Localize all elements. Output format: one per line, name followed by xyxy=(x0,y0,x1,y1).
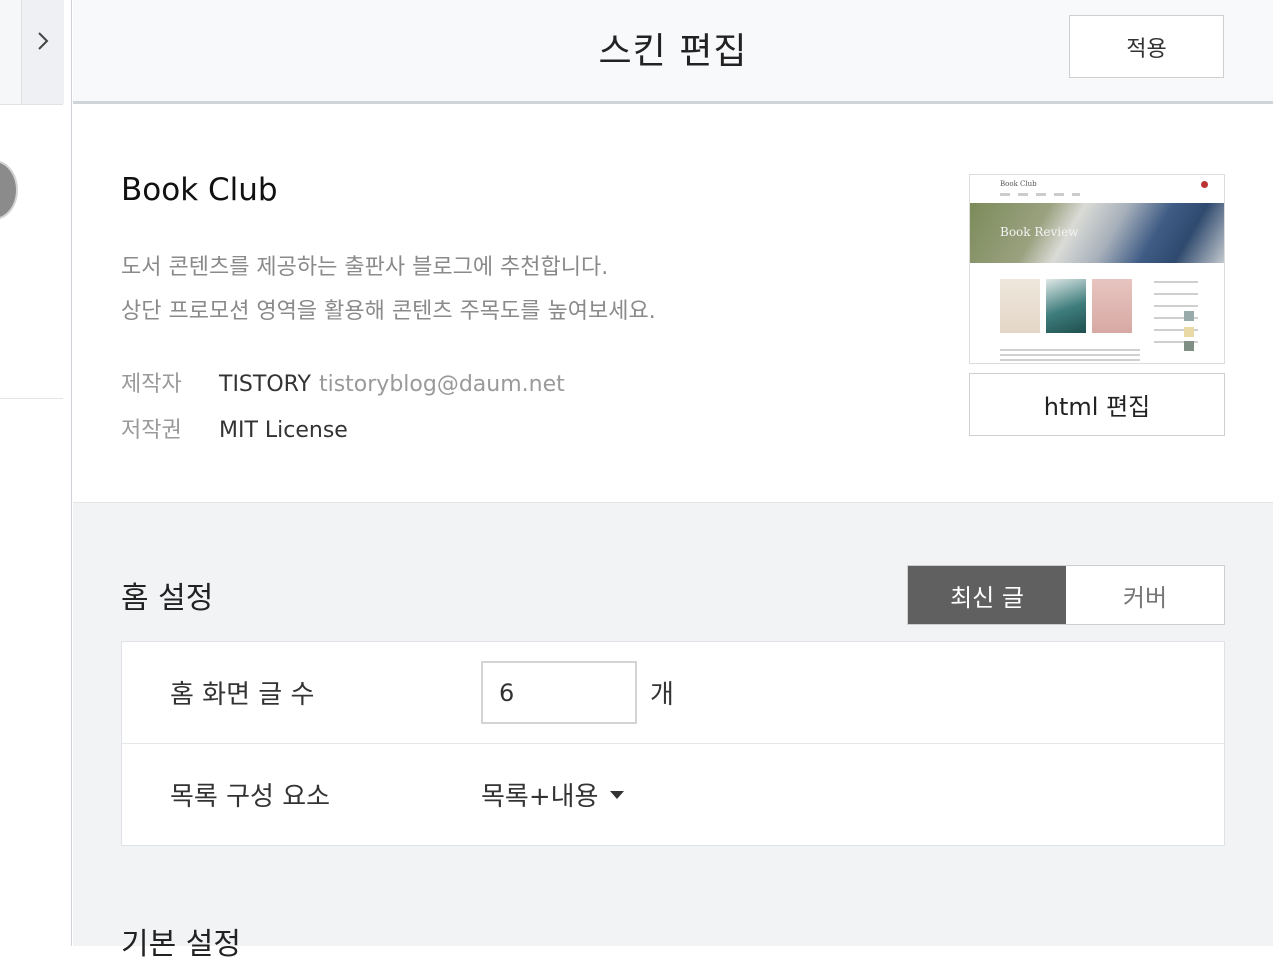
skin-edit-panel: 스킨 편집 적용 Book Club 도서 콘텐츠를 제공하는 출판사 블로그에… xyxy=(73,0,1273,962)
preview-thumb xyxy=(1184,327,1194,337)
basic-settings-title: 기본 설정 xyxy=(121,927,241,962)
panel-header: 스킨 편집 적용 xyxy=(73,0,1273,104)
apply-button[interactable]: 적용 xyxy=(1069,15,1224,78)
preview-topbar: Book Club xyxy=(970,175,1224,203)
preview-book-cover xyxy=(1092,279,1132,333)
toggle-option-latest[interactable]: 최신 글 xyxy=(908,566,1066,624)
license-label: 저작권 xyxy=(121,418,182,443)
skin-name: Book Club xyxy=(121,172,278,208)
preview-text-lines xyxy=(1000,349,1140,361)
license-row: 저작권 MIT License xyxy=(121,412,348,444)
toggle-option-cover[interactable]: 커버 xyxy=(1066,566,1224,624)
skin-description-line: 도서 콘텐츠를 제공하는 출판사 블로그에 추천합니다. xyxy=(121,255,609,280)
license-value: MIT License xyxy=(219,418,348,443)
preview-hero-text: Book Review xyxy=(1000,225,1079,239)
list-component-value: 목록+내용 xyxy=(481,782,599,812)
caret-down-icon xyxy=(610,790,625,799)
author-label: 제작자 xyxy=(121,372,182,397)
skin-info-section: Book Club 도서 콘텐츠를 제공하는 출판사 블로그에 추천합니다. 상… xyxy=(73,104,1273,503)
previous-panel-strip xyxy=(0,0,65,946)
avatar xyxy=(0,160,18,220)
preview-book-cover xyxy=(1046,279,1086,333)
author-email: tistoryblog@daum.net xyxy=(318,372,565,397)
panel-border xyxy=(64,0,72,946)
post-count-unit: 개 xyxy=(650,680,674,710)
skin-description-line: 상단 프로모션 영역을 활용해 콘텐츠 주목도를 높여보세요. xyxy=(121,299,656,324)
home-settings-title: 홈 설정 xyxy=(121,581,214,616)
preview-icon xyxy=(1201,181,1208,188)
chevron-right-icon xyxy=(35,29,51,57)
list-component-dropdown[interactable]: 목록+내용 xyxy=(481,776,625,813)
author-name: TISTORY xyxy=(219,372,311,397)
list-component-label: 목록 구성 요소 xyxy=(170,782,331,812)
settings-area: 홈 설정 최신 글 커버 홈 화면 글 수 개 목록 구성 요소 목록+내용 기… xyxy=(73,503,1273,962)
preview-logo: Book Club xyxy=(1000,180,1037,188)
list-component-row: 목록 구성 요소 목록+내용 xyxy=(122,744,1224,845)
preview-thumb xyxy=(1184,341,1194,351)
home-settings-box: 홈 화면 글 수 개 목록 구성 요소 목록+내용 xyxy=(121,641,1225,846)
preview-thumb xyxy=(1184,311,1194,321)
skin-description: 도서 콘텐츠를 제공하는 출판사 블로그에 추천합니다. 상단 프로모션 영역을… xyxy=(121,246,656,334)
preview-nav xyxy=(1000,193,1080,196)
post-count-label: 홈 화면 글 수 xyxy=(170,680,315,710)
preview-book-cover xyxy=(1000,279,1040,333)
post-count-input[interactable] xyxy=(481,661,637,724)
author-row: 제작자 TISTORY tistoryblog@daum.net xyxy=(121,366,565,398)
expand-panel-button[interactable] xyxy=(21,0,64,104)
previous-panel-topbar xyxy=(0,0,64,105)
home-type-toggle: 최신 글 커버 xyxy=(907,565,1225,625)
divider xyxy=(0,398,63,399)
post-count-row: 홈 화면 글 수 개 xyxy=(122,642,1224,744)
html-edit-button[interactable]: html 편집 xyxy=(969,373,1225,436)
skin-preview-thumbnail: Book Club Book Review xyxy=(969,174,1225,364)
